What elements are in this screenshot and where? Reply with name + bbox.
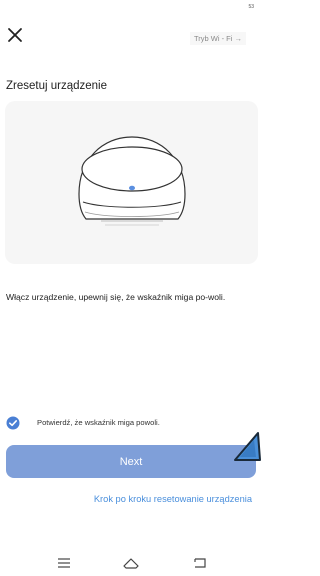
next-button[interactable]: Next <box>6 445 256 478</box>
page-title: Zresetuj urządzenie <box>6 80 107 92</box>
wifi-mode-link[interactable]: Tryb Wi - Fi → <box>189 32 246 45</box>
confirm-label: Potwierdź, że wskaźnik miga powoli. <box>37 418 160 427</box>
close-icon <box>8 28 22 42</box>
system-nav-bar <box>0 556 262 576</box>
close-button[interactable] <box>6 26 24 44</box>
instruction-text: Włącz urządzenie, upewnij się, że wskaźn… <box>6 292 226 302</box>
home-icon[interactable] <box>122 556 140 570</box>
menu-icon[interactable] <box>55 556 73 570</box>
status-bar-text: 53 <box>248 4 254 10</box>
cursor-arrow-icon <box>231 430 261 464</box>
device-illustration <box>5 101 258 264</box>
confirm-checkbox-row[interactable]: Potwierdź, że wskaźnik miga powoli. <box>6 416 256 430</box>
check-circle-icon[interactable] <box>6 416 20 430</box>
back-icon[interactable] <box>191 556 209 570</box>
reset-guide-link[interactable]: Krok po kroku resetowanie urządzenia <box>94 494 252 504</box>
